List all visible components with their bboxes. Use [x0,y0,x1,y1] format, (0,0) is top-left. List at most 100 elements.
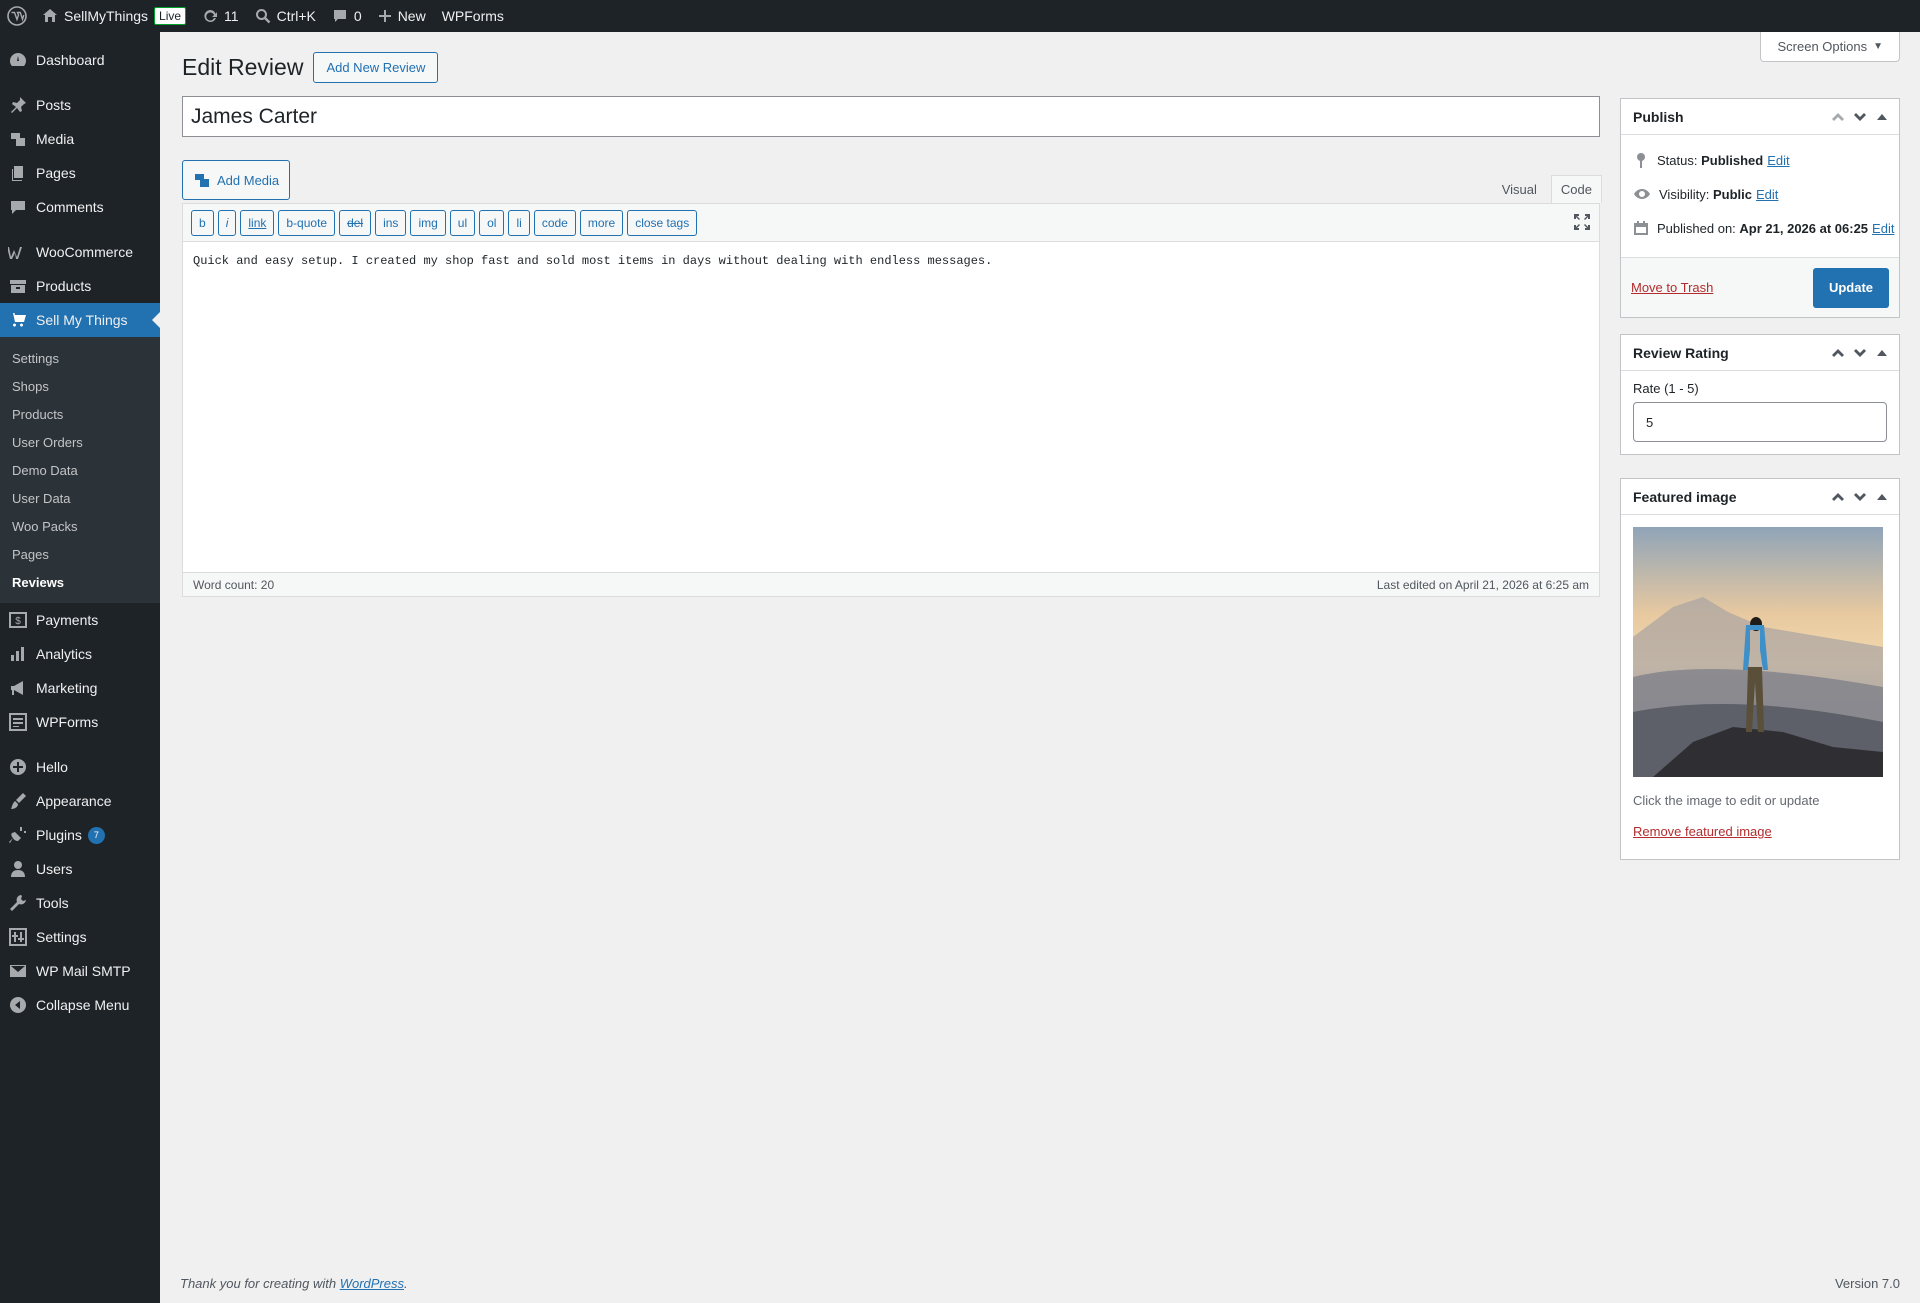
home-icon [43,9,57,22]
eye-icon [1634,189,1650,199]
menu-sell-my-things[interactable]: Sell My Things [0,303,160,337]
menu-dashboard[interactable]: Dashboard [0,43,160,77]
post-title-input[interactable]: James Carter [182,96,1600,137]
menu-wp-mail-smtp[interactable]: WP Mail SMTP [0,954,160,988]
tab-visual[interactable]: Visual [1491,175,1547,203]
featured-image-header: Featured image [1621,479,1899,515]
collapse-menu-button[interactable]: Collapse Menu [0,988,160,1022]
settings-icon [8,927,28,947]
rating-input[interactable]: 5 [1633,402,1887,442]
qt-italic-button[interactable]: i [217,209,237,236]
qt-ul-button[interactable]: ul [449,209,476,236]
qt-li-button[interactable]: li [508,209,530,236]
review-rating-title: Review Rating [1633,344,1729,361]
box-controls [1827,488,1893,506]
plus-circle-icon [8,757,28,777]
menu-posts[interactable]: Posts [0,88,160,122]
menu-comments[interactable]: Comments [0,190,160,224]
cart-icon [8,310,28,330]
add-new-review-button[interactable]: Add New Review [313,52,439,83]
page-header: Edit Review Add New Review [182,52,439,83]
wordpress-link[interactable]: WordPress [340,1276,404,1291]
qt-close-tags-button[interactable]: close tags [627,209,698,236]
move-to-trash-link[interactable]: Move to Trash [1631,280,1713,295]
submenu-settings[interactable]: Settings [0,344,160,372]
submenu-user-data[interactable]: User Data [0,484,160,512]
site-name-link[interactable]: SellMyThings Live [34,0,194,32]
edit-status-link[interactable]: Edit [1767,153,1789,168]
menu-woocommerce[interactable]: WooCommerce [0,235,160,269]
menu-analytics[interactable]: Analytics [0,637,160,671]
featured-image-thumbnail[interactable] [1633,527,1883,777]
update-button[interactable]: Update [1812,267,1889,308]
remove-featured-image-link[interactable]: Remove featured image [1621,808,1899,859]
edit-date-link[interactable]: Edit [1872,221,1894,236]
move-up-icon[interactable] [1827,108,1849,126]
main-content: Screen Options ▼ Edit Review Add New Rev… [160,32,1920,1303]
editor-textarea[interactable]: Quick and easy setup. I created my shop … [183,242,1599,542]
menu-label: Tools [36,895,69,911]
box-controls [1827,344,1893,362]
submenu-pages[interactable]: Pages [0,540,160,568]
move-down-icon[interactable] [1849,344,1871,362]
tab-code[interactable]: Code [1550,175,1602,203]
visibility-label: Visibility: [1659,186,1710,202]
submenu-demo-data[interactable]: Demo Data [0,456,160,484]
toggle-panel-icon[interactable] [1871,488,1893,506]
toggle-panel-icon[interactable] [1871,108,1893,126]
menu-tools[interactable]: Tools [0,886,160,920]
search-shortcut[interactable]: Ctrl+K [247,0,324,32]
screen-options-button[interactable]: Screen Options ▼ [1760,32,1900,62]
menu-hello[interactable]: Hello [0,750,160,784]
featured-image-hint: Click the image to edit or update [1633,793,1820,808]
new-content-link[interactable]: New [370,0,434,32]
qt-link-button[interactable]: link [240,209,275,236]
menu-pages[interactable]: Pages [0,156,160,190]
fullscreen-icon[interactable] [1573,213,1591,236]
menu-label: Appearance [36,793,112,809]
menu-label: Pages [36,165,76,181]
qt-bold-button[interactable]: b [191,209,214,236]
qt-img-button[interactable]: img [410,209,446,236]
menu-appearance[interactable]: Appearance [0,784,160,818]
move-down-icon[interactable] [1849,488,1871,506]
qt-del-button[interactable]: del [339,209,372,236]
publish-title: Publish [1633,108,1684,125]
menu-label: Dashboard [36,52,105,68]
qt-code-button[interactable]: code [533,209,576,236]
toggle-panel-icon[interactable] [1871,344,1893,362]
add-media-button[interactable]: Add Media [182,160,291,200]
move-up-icon[interactable] [1827,344,1849,362]
qt-ins-button[interactable]: ins [375,209,407,236]
wrench-icon [8,893,28,913]
content-editor: b i link b-quote del ins img ul ol li co… [182,203,1600,597]
wpforms-link[interactable]: WPForms [434,0,512,32]
edit-visibility-link[interactable]: Edit [1756,187,1778,202]
qt-blockquote-button[interactable]: b-quote [278,209,336,236]
menu-settings[interactable]: Settings [0,920,160,954]
submenu-reviews[interactable]: Reviews [0,568,160,596]
qt-more-button[interactable]: more [579,209,624,236]
submenu-shops[interactable]: Shops [0,372,160,400]
menu-payments[interactable]: $ Payments [0,603,160,637]
refresh-icon [204,10,218,22]
menu-plugins[interactable]: Plugins 7 [0,818,160,852]
move-down-icon[interactable] [1849,108,1871,126]
submenu-user-orders[interactable]: User Orders [0,428,160,456]
menu-media[interactable]: Media [0,122,160,156]
menu-wpforms[interactable]: WPForms [0,705,160,739]
move-up-icon[interactable] [1827,488,1849,506]
updates-link[interactable]: 11 [194,0,247,32]
woocommerce-icon [8,242,28,262]
megaphone-icon [8,678,28,698]
wordpress-logo-icon[interactable] [0,0,34,32]
menu-label: Sell My Things [36,312,128,328]
menu-products[interactable]: Products [0,269,160,303]
qt-ol-button[interactable]: ol [479,209,505,236]
comments-link[interactable]: 0 [324,0,370,32]
menu-marketing[interactable]: Marketing [0,671,160,705]
menu-users[interactable]: Users [0,852,160,886]
status-label: Status: [1657,152,1698,168]
submenu-products[interactable]: Products [0,400,160,428]
submenu-woo-packs[interactable]: Woo Packs [0,512,160,540]
